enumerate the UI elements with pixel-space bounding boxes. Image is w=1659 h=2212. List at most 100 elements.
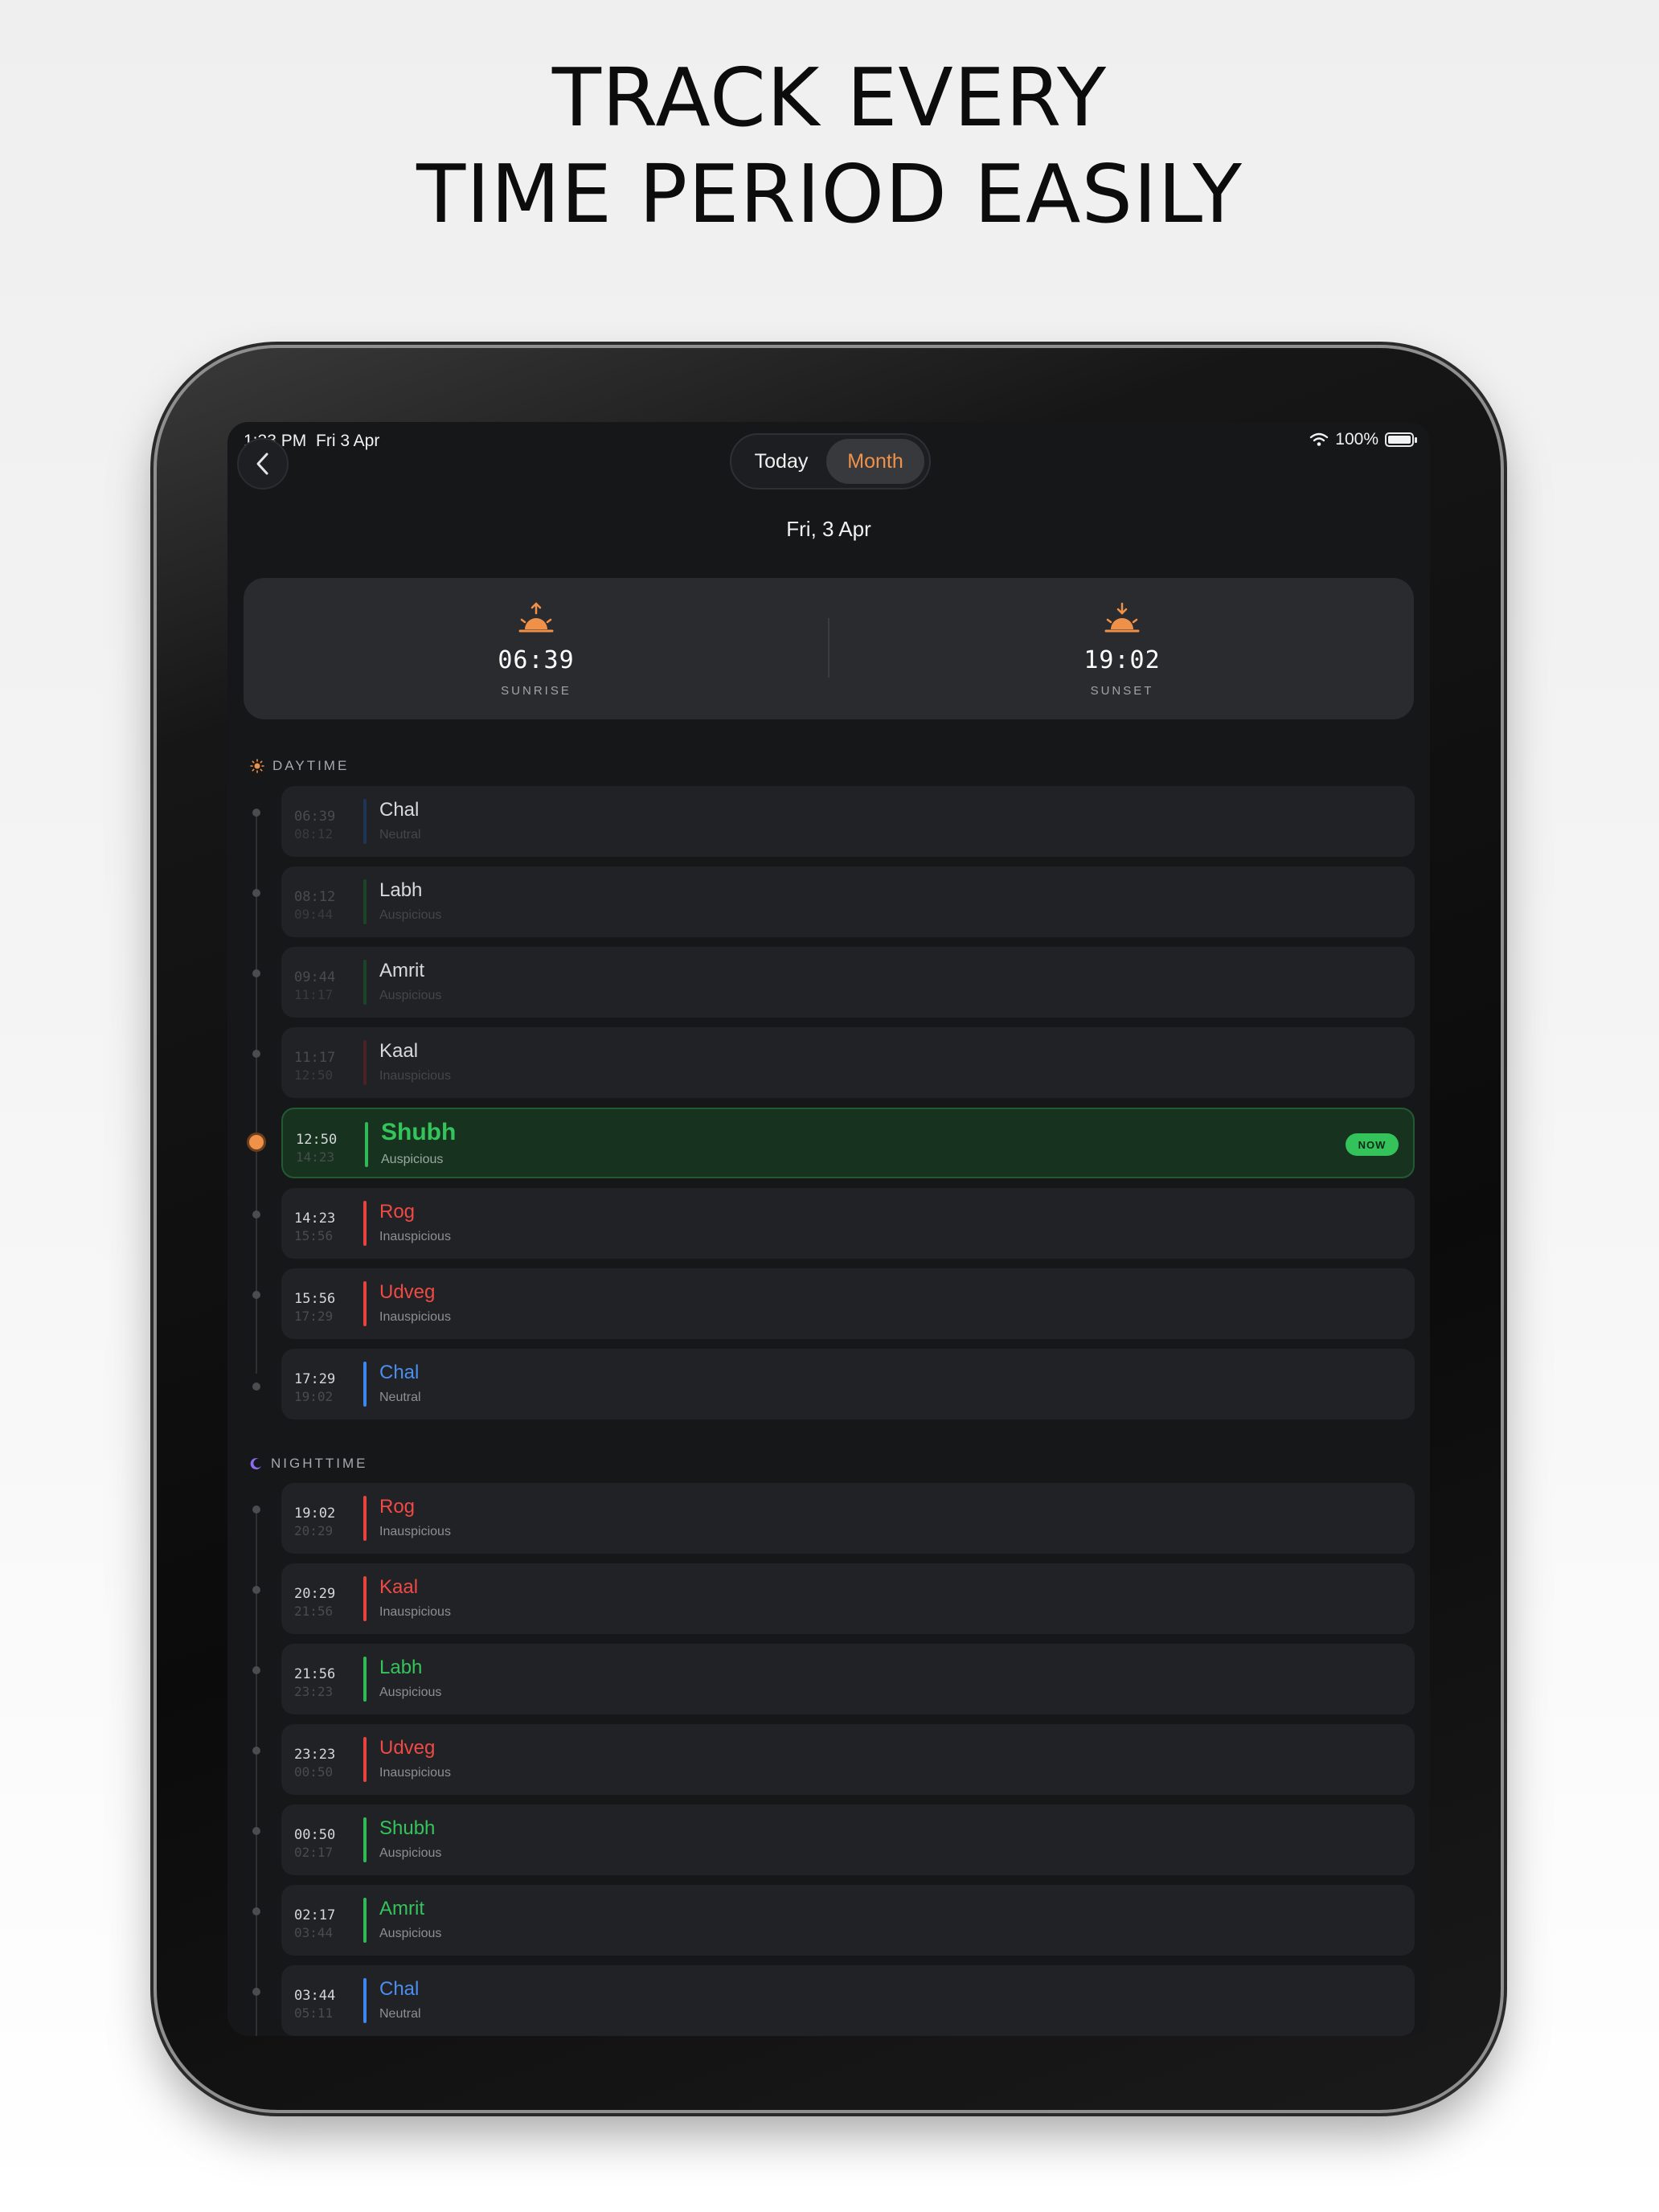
wifi-icon <box>1310 432 1329 446</box>
date-title: Fri, 3 Apr <box>786 517 871 541</box>
period-row-udveg-night[interactable]: 23:23 00:50 Udveg Inauspicious <box>281 1724 1415 1795</box>
period-start: 14:23 <box>294 1210 336 1227</box>
period-quality: Inauspicious <box>379 1230 451 1243</box>
period-color-bar <box>363 1817 367 1862</box>
period-quality: Inauspicious <box>379 1605 451 1619</box>
period-name: Amrit <box>379 960 424 981</box>
battery-percent: 100% <box>1335 430 1378 449</box>
period-row-chal-evening[interactable]: 17:29 19:02 Chal Neutral <box>281 1349 1415 1419</box>
sunset-time: 19:02 <box>1083 646 1161 674</box>
period-name: Shubh <box>379 1817 436 1839</box>
period-color-bar <box>363 1737 367 1782</box>
period-end: 08:12 <box>294 826 334 842</box>
timeline-dot <box>252 1586 260 1594</box>
nighttime-header-label: NIGHTTIME <box>271 1456 368 1471</box>
segment-today[interactable]: Today <box>736 439 826 484</box>
period-end: 20:29 <box>294 1523 334 1538</box>
period-color-bar <box>365 1122 368 1167</box>
period-end: 15:56 <box>294 1228 334 1243</box>
back-button[interactable] <box>237 438 289 490</box>
period-start: 21:56 <box>294 1666 336 1682</box>
now-badge: NOW <box>1346 1133 1399 1156</box>
sun-card-divider <box>828 618 830 678</box>
period-start: 06:39 <box>294 809 336 825</box>
daytime-header-label: DAYTIME <box>272 758 350 773</box>
period-row-labh-night[interactable]: 21:56 23:23 Labh Auspicious <box>281 1644 1415 1714</box>
period-color-bar <box>363 1496 367 1541</box>
period-row-udveg-day[interactable]: 15:56 17:29 Udveg Inauspicious <box>281 1268 1415 1339</box>
tablet-device: 1:33 PM Fri 3 Apr 100% Today Month Fri, … <box>157 348 1501 2110</box>
period-row-kaal-day[interactable]: 11:17 12:50 Kaal Inauspicious <box>281 1027 1415 1098</box>
period-color-bar <box>363 1201 367 1246</box>
timeline-dot <box>252 1666 260 1674</box>
period-end: 19:02 <box>294 1389 334 1404</box>
timeline-dot <box>252 1050 260 1058</box>
period-row-rog-night[interactable]: 19:02 20:29 Rog Inauspicious <box>281 1483 1415 1554</box>
timeline-dot <box>252 1382 260 1391</box>
period-color-bar <box>363 1978 367 2023</box>
period-quality: Neutral <box>379 828 421 842</box>
period-quality: Auspicious <box>379 1927 442 1940</box>
sunset-icon <box>1104 602 1140 633</box>
period-row-chal-night[interactable]: 03:44 05:11 Chal Neutral <box>281 1965 1415 2036</box>
period-end: 11:17 <box>294 987 334 1002</box>
period-color-bar <box>363 1362 367 1407</box>
sunrise-time: 06:39 <box>498 646 575 674</box>
period-quality: Auspicious <box>381 1153 444 1166</box>
sunrise-icon <box>518 602 554 633</box>
sun-times-card: 06:39 SUNRISE 19:02 SUNSET <box>244 578 1414 719</box>
period-name: Rog <box>379 1496 416 1518</box>
period-quality: Inauspicious <box>379 1766 451 1780</box>
period-color-bar <box>363 799 367 844</box>
status-date: Fri 3 Apr <box>316 432 380 450</box>
period-color-bar <box>363 1040 367 1085</box>
segment-month[interactable]: Month <box>826 439 924 484</box>
period-row-chal-day[interactable]: 06:39 08:12 Chal Neutral <box>281 786 1415 857</box>
period-name: Chal <box>379 1978 420 2000</box>
period-quality: Auspicious <box>379 989 442 1002</box>
period-row-labh-day[interactable]: 08:12 09:44 Labh Auspicious <box>281 866 1415 937</box>
app-screen: 1:33 PM Fri 3 Apr 100% Today Month Fri, … <box>227 422 1430 2036</box>
period-name: Udveg <box>379 1737 436 1759</box>
period-color-bar <box>363 1657 367 1702</box>
period-start: 08:12 <box>294 889 336 905</box>
period-start: 20:29 <box>294 1586 336 1602</box>
nighttime-header: NIGHTTIME <box>250 1456 368 1472</box>
headline-line-2: TIME PERIOD EASILY <box>416 147 1243 241</box>
period-end: 21:56 <box>294 1604 334 1619</box>
period-row-rog-day[interactable]: 14:23 15:56 Rog Inauspicious <box>281 1188 1415 1259</box>
period-row-shubh-night[interactable]: 00:50 02:17 Shubh Auspicious <box>281 1804 1415 1875</box>
period-row-amrit-day[interactable]: 09:44 11:17 Amrit Auspicious <box>281 947 1415 1018</box>
period-quality: Auspicious <box>379 1846 442 1860</box>
period-end: 05:11 <box>294 2005 334 2021</box>
period-row-shubh-current[interactable]: 12:50 14:23 Shubh Auspicious NOW <box>281 1108 1415 1178</box>
timeline-dot <box>252 1210 260 1219</box>
period-name: Chal <box>379 1362 420 1383</box>
period-start: 11:17 <box>294 1050 336 1066</box>
sunset-label: SUNSET <box>1090 684 1154 698</box>
timeline-dot <box>252 889 260 897</box>
timeline-dot <box>252 1291 260 1299</box>
period-start: 12:50 <box>296 1132 338 1148</box>
period-quality: Neutral <box>379 2007 421 2021</box>
period-quality: Auspicious <box>379 1686 442 1699</box>
timeline-dot <box>252 1505 260 1514</box>
period-name: Amrit <box>379 1898 424 1919</box>
period-row-amrit-night[interactable]: 02:17 03:44 Amrit Auspicious <box>281 1885 1415 1956</box>
sun-icon <box>250 759 264 773</box>
period-name: Kaal <box>379 1576 419 1598</box>
period-quality: Inauspicious <box>379 1069 451 1083</box>
sunrise-label: SUNRISE <box>501 684 571 698</box>
period-quality: Inauspicious <box>379 1310 451 1324</box>
current-period-marker <box>247 1133 266 1152</box>
period-color-bar <box>363 960 367 1005</box>
period-row-kaal-night[interactable]: 20:29 21:56 Kaal Inauspicious <box>281 1563 1415 1634</box>
period-end: 14:23 <box>296 1149 335 1165</box>
period-end: 02:17 <box>294 1845 334 1860</box>
period-start: 03:44 <box>294 1988 336 2004</box>
period-start: 02:17 <box>294 1907 336 1923</box>
period-end: 12:50 <box>294 1067 334 1083</box>
period-name: Labh <box>379 879 423 901</box>
moon-icon <box>250 1458 261 1470</box>
period-name: Shubh <box>381 1119 457 1145</box>
